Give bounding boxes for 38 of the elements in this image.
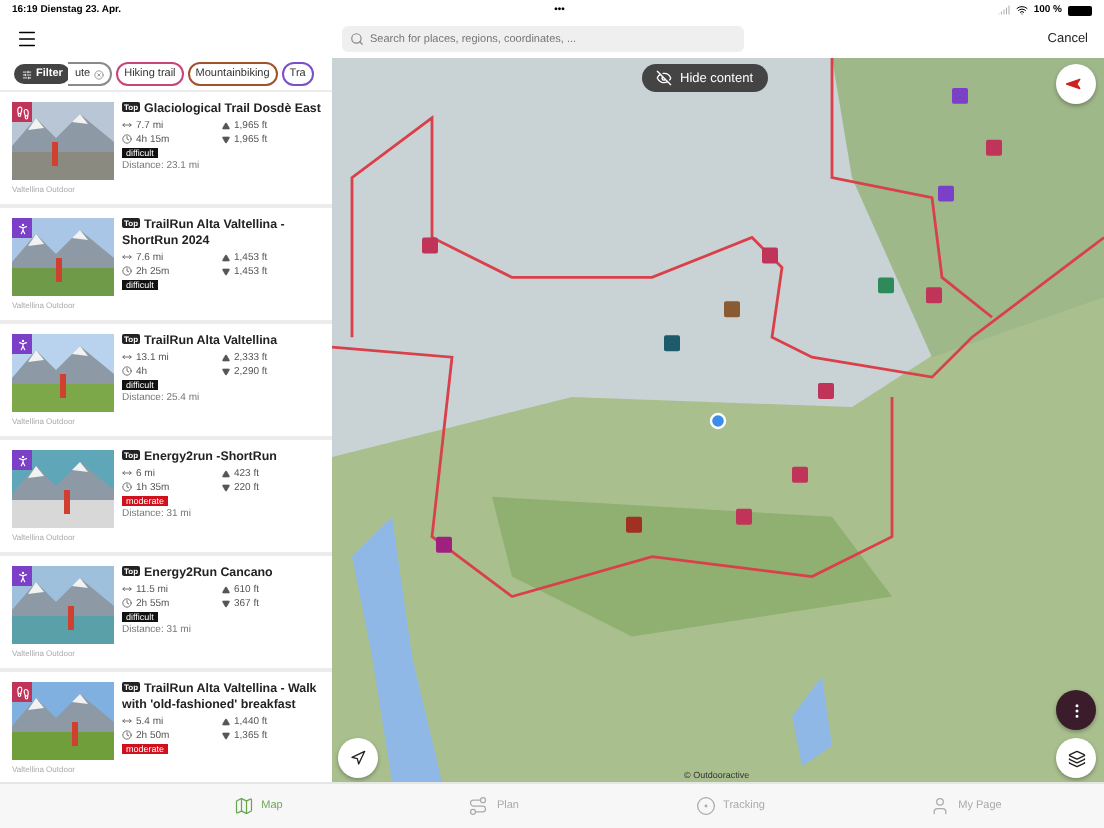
signal-icon <box>997 4 1010 16</box>
distance-icon <box>122 468 132 479</box>
distance-icon <box>122 584 132 595</box>
target-icon <box>695 796 716 816</box>
battery-icon <box>1068 5 1092 15</box>
search-icon <box>350 32 364 46</box>
ascent-icon <box>222 469 230 478</box>
menu-icon[interactable] <box>16 28 38 50</box>
clock-icon <box>122 482 132 493</box>
layers-icon <box>1067 749 1085 767</box>
clock-icon <box>122 598 132 609</box>
descent-icon <box>222 135 230 144</box>
wifi-icon <box>1015 4 1028 16</box>
descent-icon <box>222 731 230 739</box>
user-icon <box>930 796 951 816</box>
distance-icon <box>122 252 132 262</box>
ascent-icon <box>222 717 230 725</box>
eye-off-icon <box>656 70 672 86</box>
distance-icon <box>122 120 132 131</box>
descent-icon <box>222 267 230 275</box>
ascent-icon <box>222 353 230 362</box>
location-arrow-icon <box>350 750 366 766</box>
clock-icon <box>122 366 132 377</box>
clock-icon <box>122 266 132 276</box>
map-icon <box>233 796 254 816</box>
filter-icon <box>22 69 32 79</box>
route-icon <box>468 796 489 816</box>
distance-icon <box>122 716 132 726</box>
descent-icon <box>222 483 230 492</box>
ascent-icon <box>222 121 230 130</box>
remove-icon[interactable] <box>94 69 105 79</box>
ascent-icon <box>222 585 230 594</box>
ascent-icon <box>222 253 230 261</box>
descent-icon <box>222 599 230 608</box>
descent-icon <box>222 367 230 376</box>
clock-icon <box>122 134 132 145</box>
clock-icon <box>122 730 132 740</box>
distance-icon <box>122 352 132 363</box>
